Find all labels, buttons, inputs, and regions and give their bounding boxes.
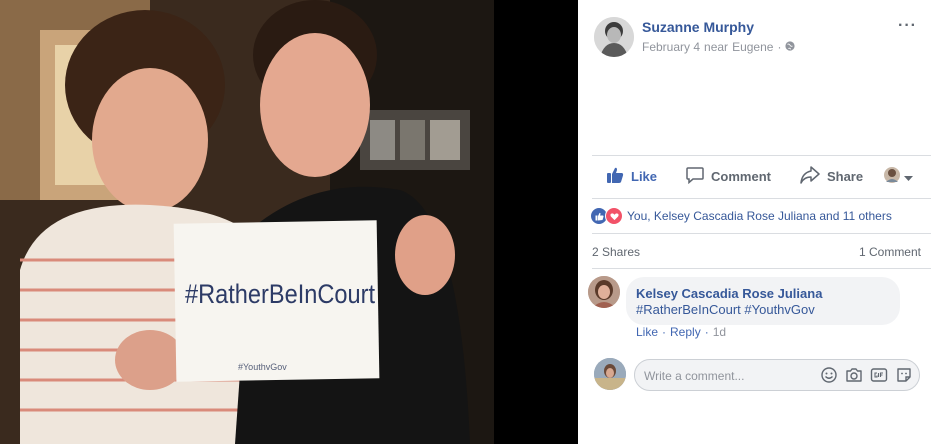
divider xyxy=(592,198,931,199)
divider xyxy=(592,233,931,234)
sign-main-text: #RatherBeInCourt xyxy=(185,279,375,309)
write-comment-box[interactable]: Write a comment... xyxy=(634,359,920,391)
post-panel: Suzanne Murphy February 4 near Eugene · … xyxy=(578,0,931,444)
emoji-icon[interactable] xyxy=(820,366,838,384)
more-options-button[interactable]: ··· xyxy=(898,17,917,35)
share-arrow-icon xyxy=(800,165,820,187)
profile-thumb-icon xyxy=(884,167,900,188)
shares-count[interactable]: 2 Shares xyxy=(592,245,640,259)
globe-icon[interactable] xyxy=(785,40,796,54)
comment-like-link[interactable]: Like xyxy=(636,325,658,339)
comment-hashtag[interactable]: #YouthvGov xyxy=(744,302,814,317)
separator: · xyxy=(704,325,709,339)
photo-viewer: #RatherBeInCourt #YouthvGov xyxy=(0,0,578,444)
comment-bubble-icon xyxy=(686,166,704,187)
comment-reply-link[interactable]: Reply xyxy=(670,325,701,339)
react-as-selector[interactable] xyxy=(884,167,913,188)
camera-icon[interactable] xyxy=(845,366,863,384)
comment-label: Comment xyxy=(711,168,771,184)
location-prefix: near xyxy=(704,40,729,54)
post-date[interactable]: February 4 xyxy=(642,40,700,54)
author-name[interactable]: Suzanne Murphy xyxy=(642,19,754,35)
commenter-avatar[interactable] xyxy=(588,276,620,308)
post-meta: February 4 near Eugene · xyxy=(642,40,796,54)
post-actions: Like Comment Share xyxy=(592,158,931,194)
comment-bubble: Kelsey Cascadia Rose Juliana #RatherBeIn… xyxy=(626,277,900,325)
post-photo[interactable]: #RatherBeInCourt #YouthvGov xyxy=(0,0,494,444)
share-label: Share xyxy=(826,168,864,184)
thumbs-up-icon xyxy=(606,166,624,187)
divider xyxy=(592,155,931,156)
comment-actions: Like · Reply · 1d xyxy=(636,325,726,339)
meta-separator: · xyxy=(777,40,782,54)
reactions-text: You, Kelsey Cascadia Rose Juliana and 11… xyxy=(627,209,892,223)
comment-time[interactable]: 1d xyxy=(713,325,726,339)
comment-author[interactable]: Kelsey Cascadia Rose Juliana xyxy=(636,286,822,301)
sticker-icon[interactable] xyxy=(895,366,913,384)
post-location[interactable]: Eugene xyxy=(732,40,773,54)
like-button[interactable]: Like xyxy=(606,166,657,187)
comment-hashtag[interactable]: #RatherBeInCourt xyxy=(636,302,741,317)
gif-icon[interactable] xyxy=(870,366,888,384)
composer-icons xyxy=(820,366,913,384)
comment-input[interactable]: Write a comment... xyxy=(644,369,744,383)
chevron-down-icon xyxy=(904,169,913,187)
separator: · xyxy=(662,325,667,339)
share-button[interactable]: Share xyxy=(800,165,864,187)
current-user-avatar[interactable] xyxy=(594,358,626,390)
comments-count[interactable]: 1 Comment xyxy=(859,245,921,259)
comment-button[interactable]: Comment xyxy=(686,166,771,187)
photo-illustration: #RatherBeInCourt #YouthvGov xyxy=(0,0,494,444)
like-label: Like xyxy=(631,168,658,184)
divider xyxy=(592,268,931,269)
comment-text: #RatherBeInCourt #YouthvGov xyxy=(636,302,815,317)
reactions-summary[interactable]: You, Kelsey Cascadia Rose Juliana and 11… xyxy=(590,207,892,225)
sign-small-text: #YouthvGov xyxy=(238,362,287,372)
author-avatar[interactable] xyxy=(594,17,634,57)
love-reaction-icon xyxy=(605,207,623,225)
